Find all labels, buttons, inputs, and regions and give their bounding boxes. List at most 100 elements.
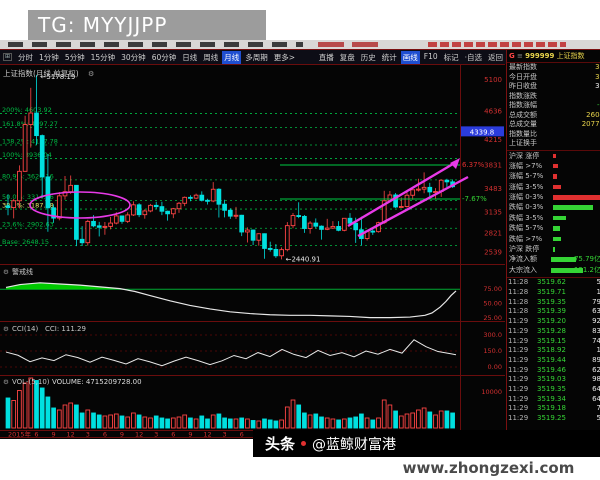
candle-body [411,190,415,195]
quote-sidebar: G ≡ 999999 上证指数最新指数35今日开盘35昨日收盘35指数涨跌-指数… [506,50,600,439]
quote-row: 上证换手 [507,139,600,149]
layout-grid-icon[interactable]: ⊞ [3,53,12,61]
button-标记[interactable]: 标记 [442,51,461,64]
volume-bar [320,417,324,428]
y-axis-tick: 4215 [484,136,502,144]
candle-body [234,215,238,216]
money-flow-row: 净流入额-75.79亿 [507,254,600,265]
volume-bar [46,397,50,428]
x-axis-label: 6 [103,431,107,439]
volume-bar [103,416,107,428]
button-F10[interactable]: F10 [422,51,440,64]
volume-bar [126,417,130,428]
volume-bar [257,421,261,428]
tab-period-多周期[interactable]: 多周期 [243,51,270,64]
candle-body [183,197,187,203]
volume-bar [194,419,198,428]
volume-bar [268,420,272,428]
tick-row: 11:293519.4489 [507,356,600,366]
button-统计[interactable]: 统计 [380,51,399,64]
x-axis-label: 12 [67,431,75,439]
candle-body [40,136,44,177]
panel1-axis-tick: 75.00 [483,285,502,293]
distribution-row: 沪深 跌停 [507,244,600,254]
distribution-bar [553,174,557,179]
button-返回[interactable]: 返回 [486,51,505,64]
menu-red-button-2[interactable] [352,42,378,47]
volume-bar [143,417,147,428]
button-复盘[interactable]: 复盘 [338,51,357,64]
tab-period-月线[interactable]: 月线 [222,51,241,64]
volume-bar [120,416,124,428]
candle-body [29,113,33,125]
quote-row: 今日开盘35 [507,73,600,83]
volume-bar [160,418,164,428]
volume-bar [354,417,358,428]
tab-period-15分钟[interactable]: 15分钟 [89,51,118,64]
symbol-header[interactable]: G ≡ 999999 上证指数 [507,50,600,63]
x-axis-label: 12 [135,431,143,439]
volume-bar [97,415,101,428]
candle-body [166,211,170,214]
button-直播[interactable]: 直播 [317,51,336,64]
x-axis-label: 6 [240,431,244,439]
tab-period-5分钟[interactable]: 5分钟 [63,51,87,64]
volume-bar [325,418,329,428]
button-·自选[interactable]: ·自选 [463,51,484,64]
candle-body [228,210,232,216]
x-axis-label: 9 [120,431,124,439]
volume-bar [342,419,346,428]
tick-row: 11:293519.2883 [507,327,600,337]
distribution-row: 跌幅 3-5% [507,213,600,223]
announcement-ticker-blurred [428,42,566,47]
volume-bar [137,415,141,428]
volume-bar [451,413,455,428]
kline-chart[interactable]: 200%: 4603.92161.8%: 4397.27138.2%: 4137… [0,64,506,438]
distribution-row: 沪深 涨停 [507,151,600,161]
volume-bar [360,414,364,428]
tab-period-更多>[interactable]: 更多> [272,51,297,64]
tab-period-分时[interactable]: 分时 [16,51,35,64]
tick-row: 11:283519.3579 [507,298,600,308]
button-画线[interactable]: 画线 [401,51,420,64]
pct-up-label: 6.37% [462,161,485,169]
volume-bar [439,411,443,428]
panel2-title: CCI(14) [12,325,38,333]
distribution-bar [553,154,556,159]
candle-body [137,205,141,215]
volume-bar [189,418,193,428]
candle-body [69,185,73,191]
volume-bar [223,418,227,428]
candle-body [263,234,267,249]
candle-body [12,201,16,208]
volume-bar [200,416,204,428]
volume-bar [303,413,307,428]
tab-period-周线[interactable]: 周线 [201,51,220,64]
volume-bar [291,400,295,428]
volume-bar [217,414,221,428]
tick-row: 11:293519.4662 [507,366,600,376]
tab-period-日线[interactable]: 日线 [180,51,199,64]
candle-body [143,211,147,215]
x-axis-label: 12 [203,431,211,439]
candle-body [35,113,39,136]
button-历史[interactable]: 历史 [359,51,378,64]
menu-red-button-1[interactable] [318,42,344,47]
y-axis-tick: 3135 [484,209,502,217]
candle-body [177,203,181,208]
volume-bar [86,410,90,428]
candle-body [257,234,261,240]
x-axis-label: 9 [188,431,192,439]
quote-row: 最新指数35 [507,63,600,73]
candle-body [320,226,324,229]
volume-bar [285,407,289,428]
panel3-axis-tick: 10000 [481,388,502,396]
distribution-bar [553,237,561,242]
volume-bar [417,410,421,428]
tab-period-60分钟[interactable]: 60分钟 [150,51,179,64]
tab-period-30分钟[interactable]: 30分钟 [119,51,148,64]
candle-body [114,216,118,223]
distribution-row: 涨幅 0-3% [507,192,600,202]
tab-period-1分钟[interactable]: 1分钟 [37,51,61,64]
candle-body [405,195,409,206]
